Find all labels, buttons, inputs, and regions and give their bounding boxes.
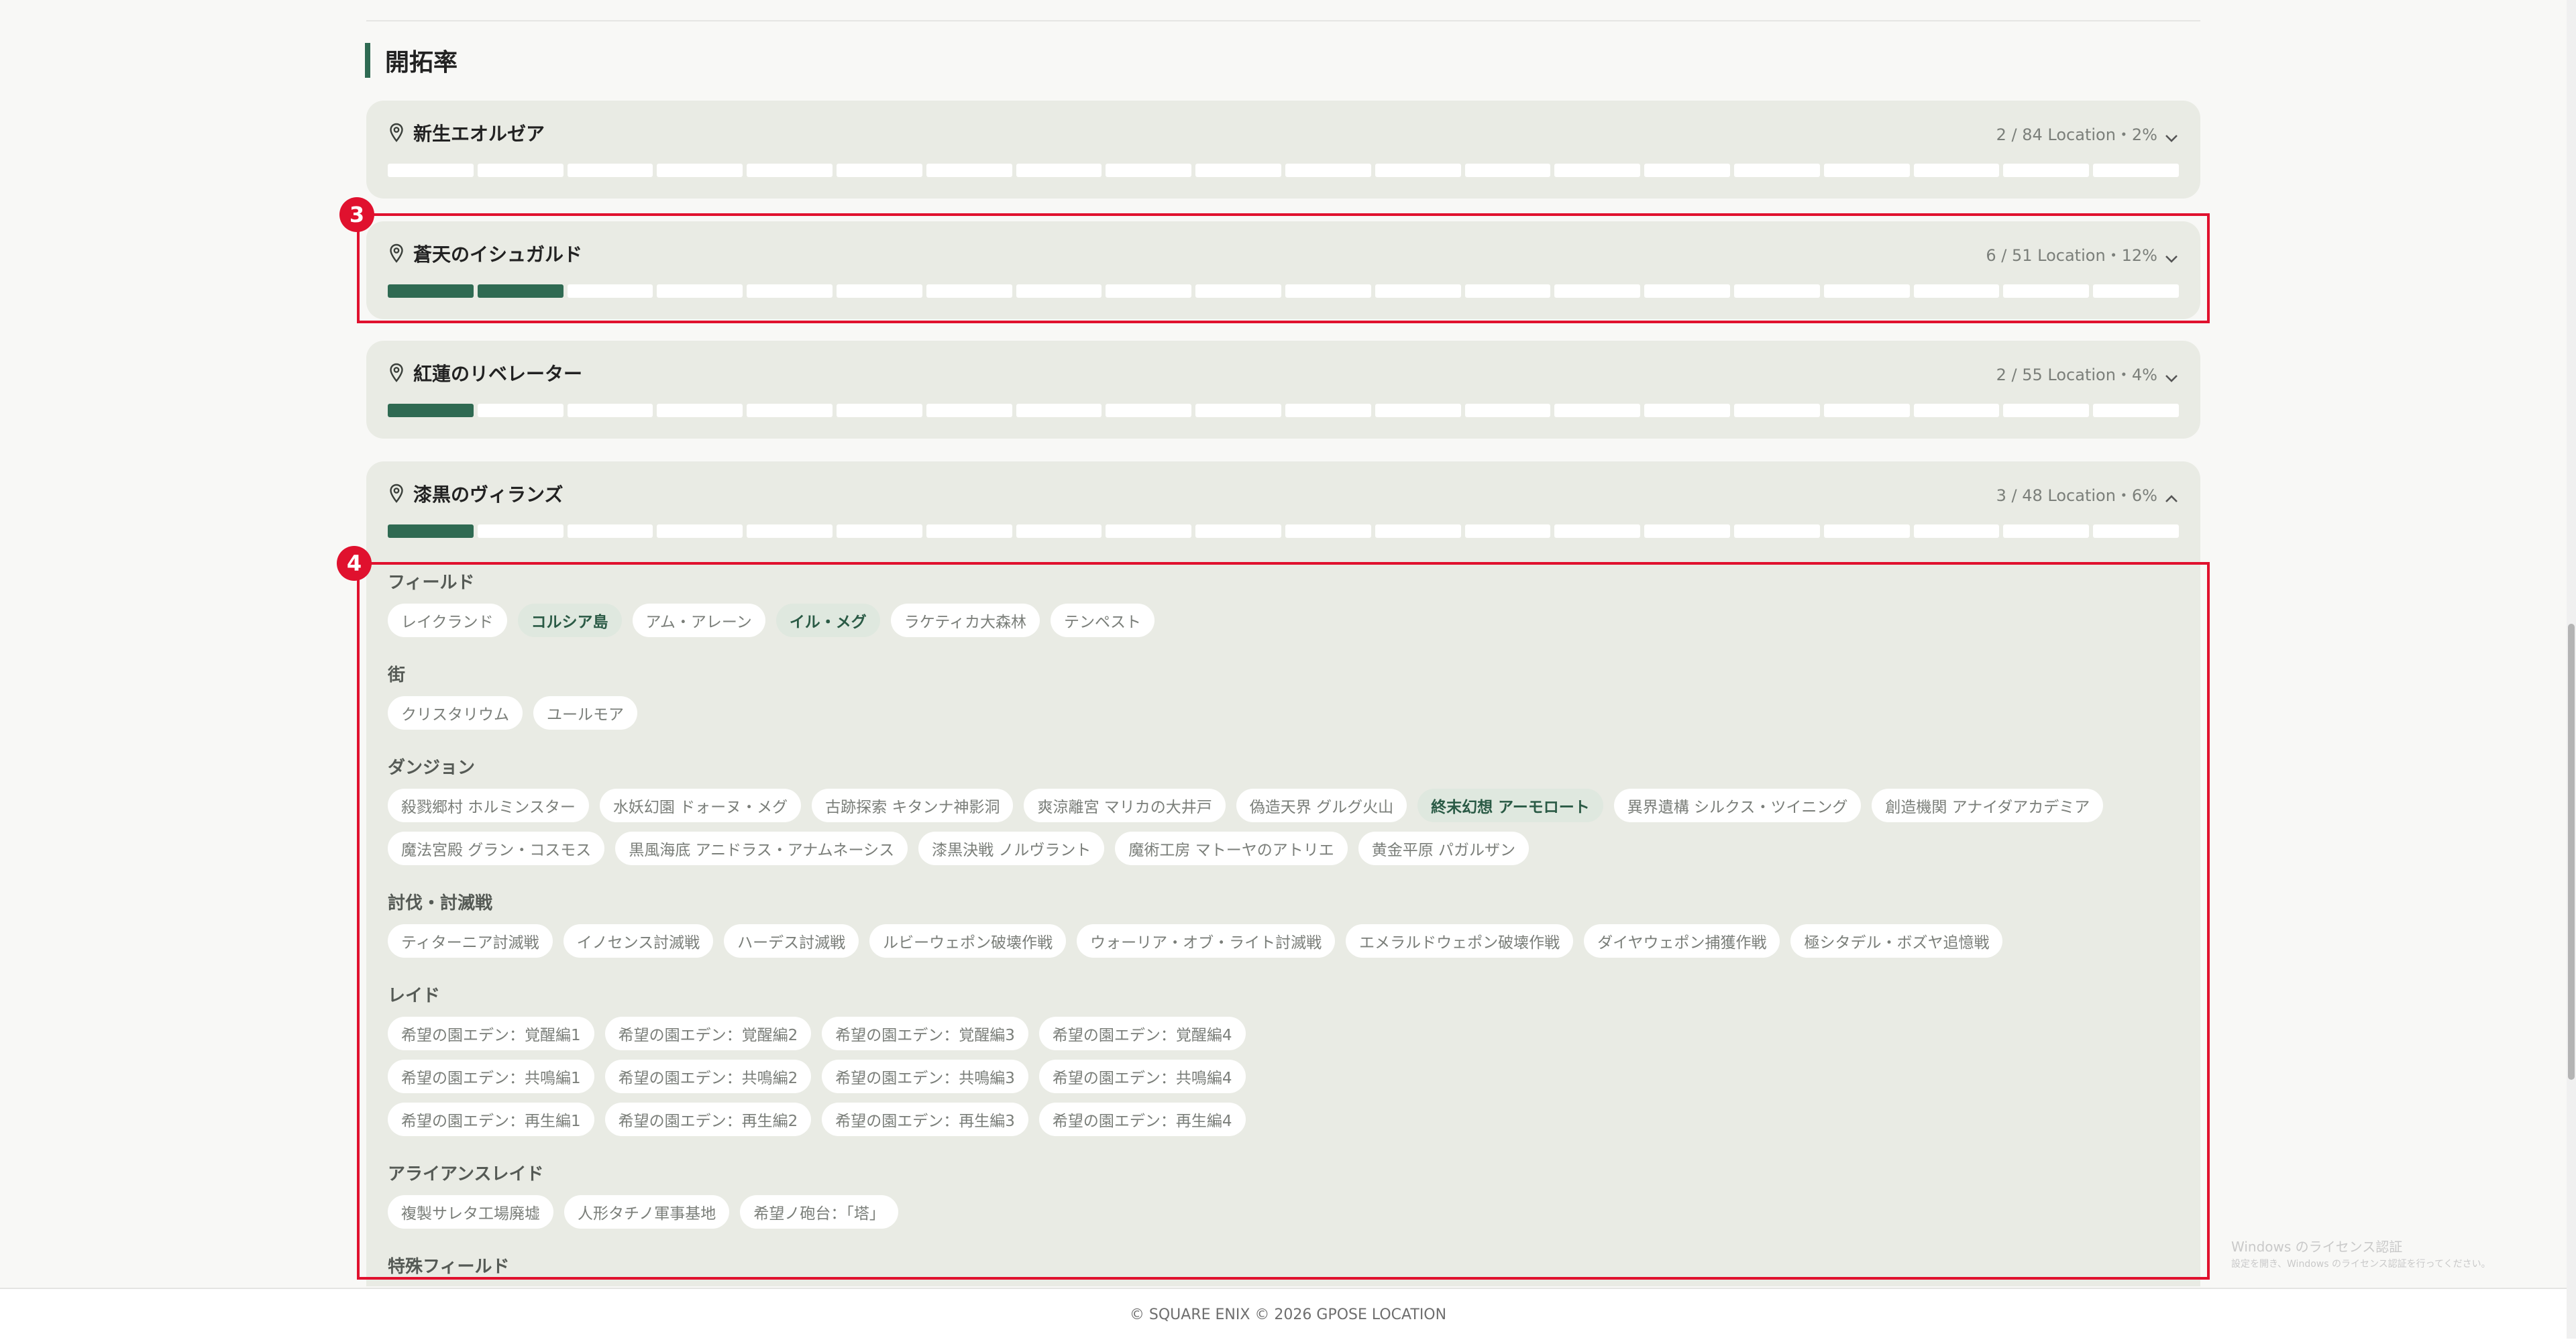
progress-segment	[1195, 164, 1281, 177]
region-header[interactable]: 紅蓮のリベレーター 2 / 55 Location・4%	[388, 359, 2179, 386]
progress-segment	[1195, 404, 1281, 417]
progress-segment	[2093, 164, 2179, 177]
progress-segment	[1913, 404, 2000, 417]
region-header[interactable]: 新生エオルゼア 2 / 84 Location・2%	[388, 119, 2179, 146]
heading-accent-bar	[365, 43, 370, 78]
progress-segment	[1464, 524, 1551, 538]
scrollbar-thumb[interactable]	[2568, 624, 2575, 1080]
progress-segment	[1733, 164, 1820, 177]
progress-segment	[1554, 524, 1641, 538]
watermark-line1: Windows のライセンス認証	[2231, 1239, 2403, 1255]
progress-segment	[477, 404, 564, 417]
progress-segment	[1913, 164, 2000, 177]
progress-segment	[657, 524, 743, 538]
progress-segment	[1554, 164, 1641, 177]
region-header[interactable]: 漆黒のヴィランズ 3 / 48 Location・6%	[388, 480, 2179, 507]
progress-segment	[836, 164, 922, 177]
annotation-box-3	[357, 213, 2210, 323]
progress-bar	[388, 524, 2179, 538]
region-card: 紅蓮のリベレーター 2 / 55 Location・4%	[366, 341, 2200, 439]
progress-segment	[567, 404, 653, 417]
watermark-line2: 設定を開き、Windows のライセンス認証を行ってください。	[2231, 1259, 2491, 1270]
section-heading: 開拓率	[365, 43, 458, 78]
region-stats: 2 / 55 Location・4%	[1996, 361, 2179, 385]
region-stats-text: 2 / 55 Location・4%	[1996, 365, 2157, 384]
progress-segment	[926, 164, 1012, 177]
chevron-down-icon[interactable]	[2164, 368, 2179, 382]
progress-segment	[1285, 164, 1371, 177]
region-stats-text: 3 / 48 Location・6%	[1996, 486, 2157, 505]
chevron-up-icon[interactable]	[2164, 489, 2179, 502]
progress-segment	[388, 524, 474, 538]
progress-bar	[388, 164, 2179, 177]
progress-segment	[1733, 524, 1820, 538]
progress-segment	[1644, 164, 1730, 177]
progress-segment	[388, 164, 474, 177]
progress-segment	[388, 404, 474, 417]
progress-segment	[2003, 164, 2090, 177]
progress-segment	[1913, 524, 2000, 538]
progress-bar	[388, 404, 2179, 417]
progress-segment	[657, 164, 743, 177]
progress-segment	[747, 164, 833, 177]
windows-activation-watermark: Windows のライセンス認証 設定を開き、Windows のライセンス認証を…	[2231, 1238, 2491, 1273]
progress-segment	[926, 524, 1012, 538]
progress-segment	[1823, 524, 1910, 538]
region-stats: 3 / 48 Location・6%	[1996, 482, 2179, 506]
scrollbar[interactable]	[2567, 0, 2576, 1339]
progress-segment	[1285, 524, 1371, 538]
region-title: 紅蓮のリベレーター	[413, 363, 583, 385]
progress-segment	[836, 404, 922, 417]
progress-segment	[926, 404, 1012, 417]
progress-segment	[1106, 164, 1192, 177]
progress-segment	[1464, 404, 1551, 417]
region-stats-text: 2 / 84 Location・2%	[1996, 125, 2157, 144]
region-card: 新生エオルゼア 2 / 84 Location・2%	[366, 101, 2200, 199]
divider	[366, 20, 2200, 21]
progress-segment	[1106, 404, 1192, 417]
footer-copyright: © SQUARE ENIX © 2026 GPOSE LOCATION	[1129, 1306, 1447, 1323]
annotation-badge-3: 3	[339, 197, 374, 232]
progress-segment	[1016, 164, 1102, 177]
progress-segment	[477, 524, 564, 538]
progress-segment	[2093, 524, 2179, 538]
progress-segment	[1823, 404, 1910, 417]
progress-segment	[2003, 404, 2090, 417]
progress-segment	[1106, 524, 1192, 538]
progress-segment	[567, 524, 653, 538]
progress-segment	[1375, 164, 1461, 177]
progress-segment	[657, 404, 743, 417]
region-stats: 2 / 84 Location・2%	[1996, 121, 2179, 145]
progress-segment	[1375, 404, 1461, 417]
progress-segment	[1733, 404, 1820, 417]
footer: © SQUARE ENIX © 2026 GPOSE LOCATION	[0, 1288, 2576, 1340]
progress-segment	[747, 404, 833, 417]
progress-segment	[836, 524, 922, 538]
progress-segment	[1375, 524, 1461, 538]
progress-segment	[1644, 404, 1730, 417]
progress-segment	[1823, 164, 1910, 177]
section-title: 開拓率	[385, 49, 458, 76]
location-pin-icon	[388, 484, 405, 504]
progress-segment	[477, 164, 564, 177]
progress-segment	[1644, 524, 1730, 538]
progress-segment	[1464, 164, 1551, 177]
location-pin-icon	[388, 363, 405, 383]
page-content: 開拓率 新生エオルゼア 2 / 84 Location・2% 蒼天のイシュガルド 6 …	[0, 0, 2576, 1286]
progress-segment	[2003, 524, 2090, 538]
annotation-box-4	[357, 562, 2210, 1280]
region-title: 漆黒のヴィランズ	[413, 484, 564, 506]
chevron-down-icon[interactable]	[2164, 128, 2179, 142]
progress-segment	[1016, 524, 1102, 538]
progress-segment	[747, 524, 833, 538]
progress-segment	[1195, 524, 1281, 538]
region-title: 新生エオルゼア	[413, 123, 545, 145]
location-pin-icon	[388, 123, 405, 143]
progress-segment	[1016, 404, 1102, 417]
progress-segment	[2093, 404, 2179, 417]
progress-segment	[1554, 404, 1641, 417]
progress-segment	[1285, 404, 1371, 417]
annotation-badge-4: 4	[337, 546, 372, 581]
progress-segment	[567, 164, 653, 177]
